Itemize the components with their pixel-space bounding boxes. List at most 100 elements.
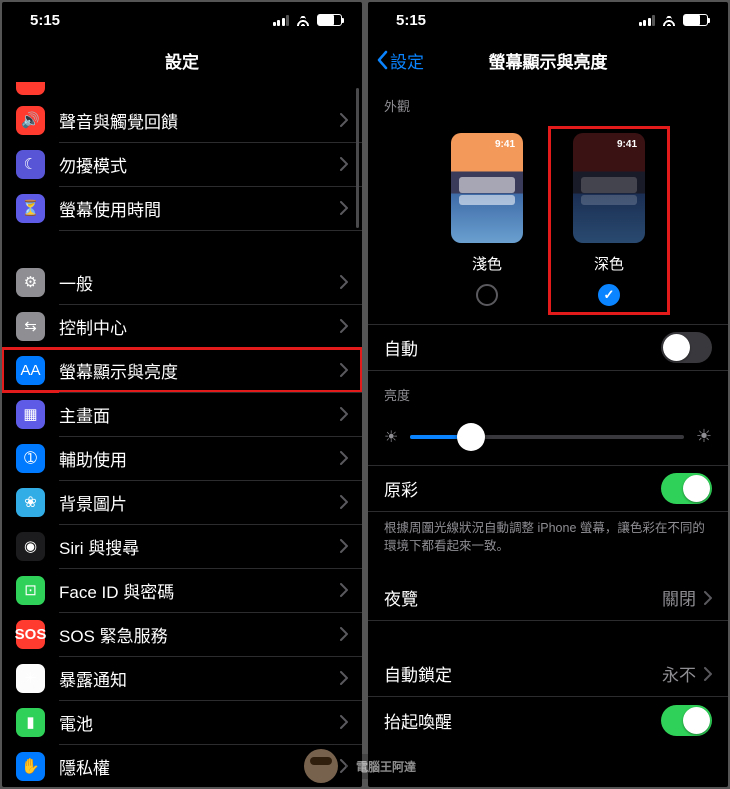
preview-time: 9:41 [617, 139, 637, 150]
raise-to-wake-label: 抬起喚醒 [384, 708, 452, 733]
list-item-label: 主畫面 [59, 402, 340, 427]
list-item-label: Face ID 與密碼 [59, 578, 340, 603]
list-item-label: 螢幕使用時間 [59, 196, 340, 221]
group-separator [2, 230, 362, 260]
appearance-selector: 9:41 淺色 9:41 深色 [368, 123, 728, 325]
raise-to-wake-toggle[interactable] [661, 705, 712, 736]
battery-icon: ▮ [16, 708, 45, 737]
chevron-right-icon [340, 451, 348, 465]
list-item[interactable]: ⏳ 螢幕使用時間 [2, 186, 362, 230]
chevron-right-icon [340, 363, 348, 377]
list-item[interactable]: ◉Siri 與搜尋 [2, 524, 362, 568]
section-header-appearance: 外觀 [368, 82, 728, 123]
status-indicators [639, 14, 709, 26]
list-item[interactable]: ▦ 主畫面 [2, 392, 362, 436]
flower-icon: ❀ [16, 488, 45, 517]
back-button[interactable]: 設定 [376, 48, 424, 73]
list-item-label: 一般 [59, 270, 340, 295]
light-label: 淺色 [472, 253, 502, 274]
list-item[interactable] [2, 82, 362, 98]
chevron-right-icon [704, 667, 712, 681]
preview-time: 9:41 [495, 139, 515, 150]
raise-to-wake-row[interactable]: 抬起喚醒 [368, 697, 728, 743]
list-item[interactable]: 🔊 聲音與觸覺回饋 [2, 98, 362, 142]
switches-icon: ⇆ [16, 312, 45, 341]
section-header-brightness: 亮度 [368, 371, 728, 412]
chevron-left-icon [376, 50, 388, 70]
list-item[interactable]: ✋隱私權 [2, 744, 362, 787]
list-item-label: 螢幕顯示與亮度 [59, 358, 340, 383]
appearance-option-dark[interactable]: 9:41 深色 [551, 129, 667, 312]
list-item[interactable]: ⚙︎ 一般 [2, 260, 362, 304]
battery-icon [683, 14, 708, 26]
settings-list[interactable]: 🔊聲音與觸覺回饋☾勿擾模式⏳螢幕使用時間 ⚙︎一般⇆控制中心AA螢幕顯示與亮度▦… [2, 82, 362, 787]
auto-label: 自動 [384, 335, 418, 360]
auto-lock-row[interactable]: 自動鎖定 永不 [368, 651, 728, 697]
wifi-icon [661, 14, 677, 26]
status-bar: 5:15 [2, 2, 362, 38]
chevron-right-icon [340, 275, 348, 289]
faceid-icon: ⊡ [16, 576, 45, 605]
radio-unchecked-icon[interactable] [476, 284, 498, 306]
chevron-right-icon [340, 113, 348, 127]
settings-screen: 5:15 設定 🔊 聲音與觸覺回饋 ☾勿擾模式 ⏳ 螢幕使用時間 ⚙︎ 一般 ⇆控制中心AA… [2, 2, 362, 787]
list-item[interactable]: ☾勿擾模式 [2, 142, 362, 186]
night-shift-label: 夜覽 [384, 585, 418, 610]
list-item[interactable]: ✳︎暴露通知 [2, 656, 362, 700]
brightness-slider[interactable] [410, 435, 684, 439]
display-brightness-screen: 5:15 設定 螢幕顯示與亮度 外觀 9:41 淺色 9:41 [368, 2, 728, 787]
night-shift-row[interactable]: 夜覽 關閉 [368, 575, 728, 621]
cellular-signal-icon [639, 15, 656, 26]
radio-checked-icon[interactable] [598, 284, 620, 306]
truetone-row[interactable]: 原彩 [368, 466, 728, 512]
chevron-right-icon [340, 627, 348, 641]
list-item-label: 電池 [59, 710, 340, 735]
chevron-right-icon [340, 407, 348, 421]
list-item[interactable]: ⇆控制中心 [2, 304, 362, 348]
nav-header: 設定 [2, 38, 362, 82]
list-item[interactable]: ❀背景圖片 [2, 480, 362, 524]
battery-icon [317, 14, 342, 26]
chevron-right-icon [704, 591, 712, 605]
auto-lock-label: 自動鎖定 [384, 661, 452, 686]
list-item[interactable]: ⊡ Face ID 與密碼 [2, 568, 362, 612]
auto-appearance-row[interactable]: 自動 [368, 325, 728, 371]
chevron-right-icon [340, 539, 348, 553]
status-bar: 5:15 [368, 2, 728, 38]
list-item[interactable]: ▮ 電池 [2, 700, 362, 744]
chevron-right-icon [340, 319, 348, 333]
hourglass-icon: ⏳ [16, 194, 45, 223]
dark-label: 深色 [594, 253, 624, 274]
scrollbar[interactable] [356, 88, 359, 228]
moon-icon: ☾ [16, 150, 45, 179]
hand-icon: ✋ [16, 752, 45, 781]
auto-toggle[interactable] [661, 332, 712, 363]
list-item[interactable]: SOS SOS 緊急服務 [2, 612, 362, 656]
light-preview: 9:41 [451, 133, 523, 243]
chevron-right-icon [340, 759, 348, 773]
chevron-right-icon [340, 583, 348, 597]
truetone-toggle[interactable] [661, 473, 712, 504]
truetone-label: 原彩 [384, 476, 418, 501]
list-item-label: 輔助使用 [59, 446, 340, 471]
sos-icon: SOS [16, 620, 45, 649]
chevron-right-icon [340, 201, 348, 215]
truetone-footnote: 根據周圍光線狀況自動調整 iPhone 螢幕，讓色彩在不同的環境下都看起來一致。 [368, 512, 728, 575]
brightness-slider-row: ☀︎ ☀︎ [368, 412, 728, 466]
dark-preview: 9:41 [573, 133, 645, 243]
exposure-icon: ✳︎ [16, 664, 45, 693]
chevron-right-icon [340, 495, 348, 509]
accessibility-icon: ➀ [16, 444, 45, 473]
appearance-option-light[interactable]: 9:41 淺色 [451, 133, 523, 306]
gear-icon: ⚙︎ [16, 268, 45, 297]
wifi-icon [295, 14, 311, 26]
status-indicators [273, 14, 343, 26]
list-item[interactable]: ➀ 輔助使用 [2, 436, 362, 480]
list-item-label: 聲音與觸覺回饋 [59, 108, 340, 133]
grid-icon: ▦ [16, 400, 45, 429]
list-item[interactable]: AA螢幕顯示與亮度 [2, 348, 362, 392]
sound-icon: 🔊 [16, 106, 45, 135]
page-title: 設定 [165, 48, 199, 73]
list-item-label: SOS 緊急服務 [59, 622, 340, 647]
back-label: 設定 [390, 48, 424, 73]
